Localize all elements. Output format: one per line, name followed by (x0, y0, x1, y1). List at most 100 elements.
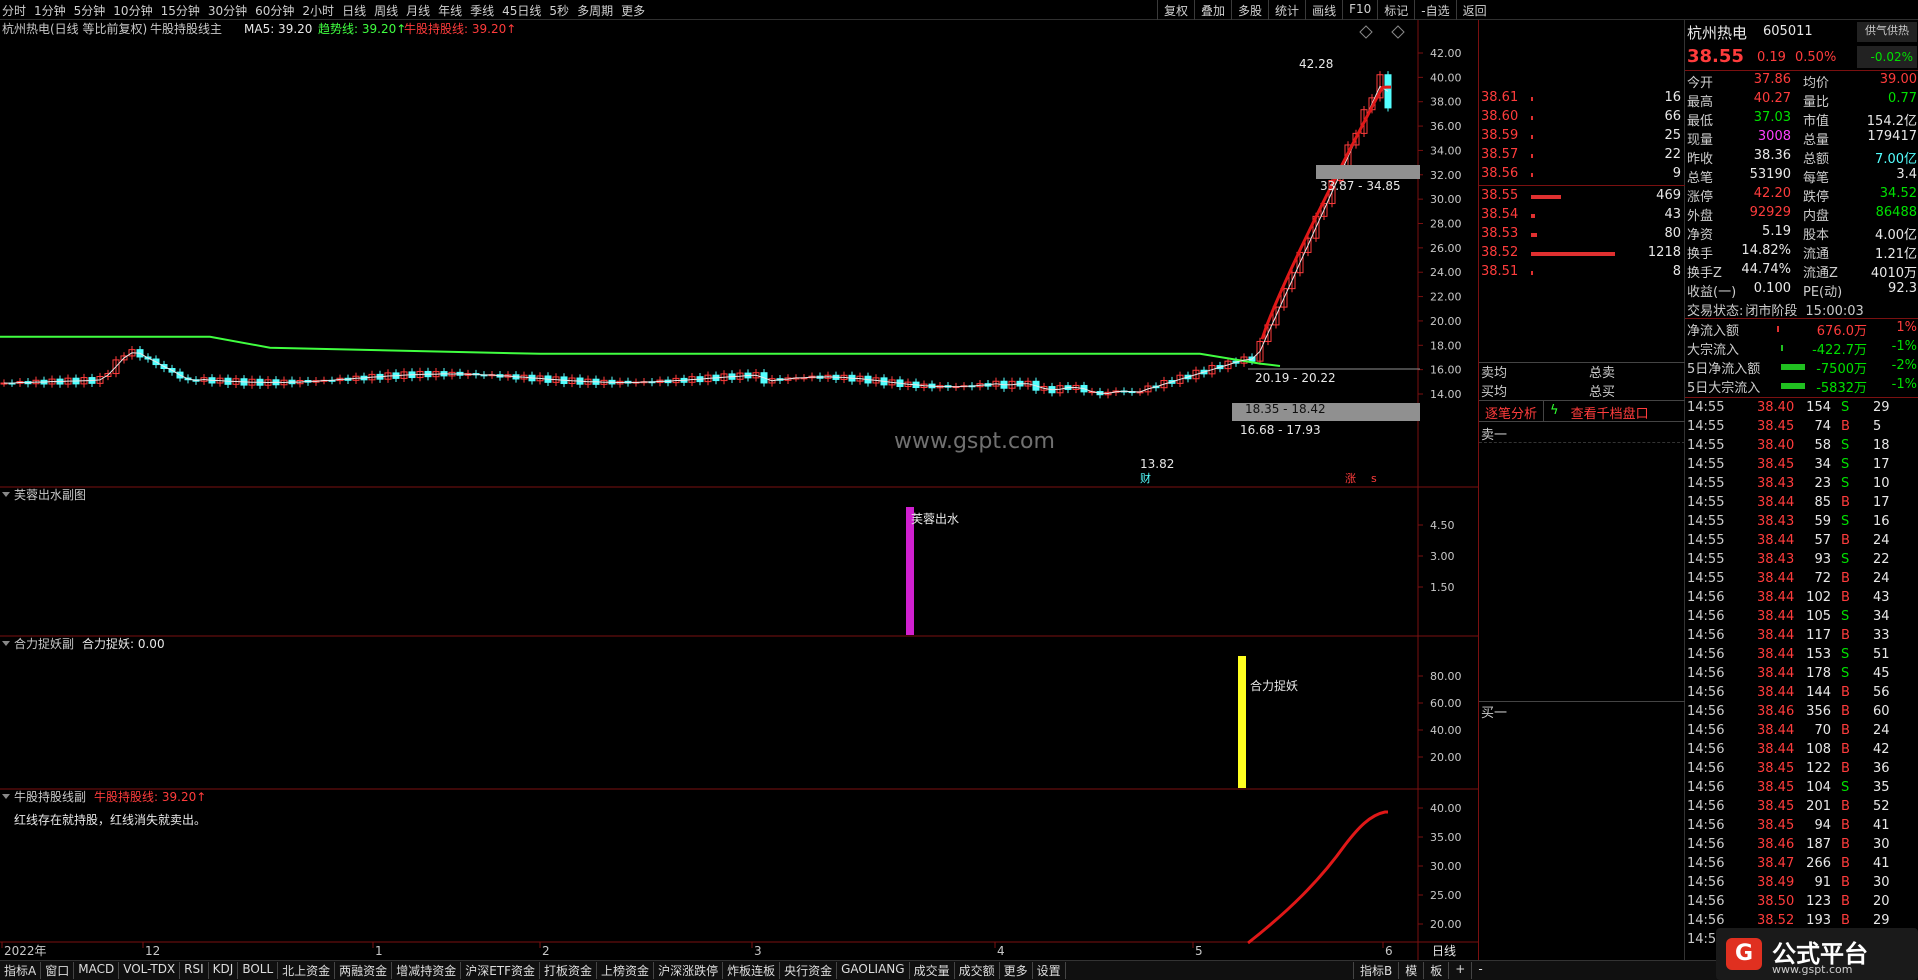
kline-chart[interactable]: 杭州热电(日线 等比前复权) 牛股持股线主 MA5: 39.20 趋势线: 39… (0, 20, 1478, 960)
period-tab[interactable]: 1分钟 (34, 2, 66, 19)
bottom-right-tab[interactable]: 指标B (1353, 962, 1398, 979)
book-row[interactable]: 38.59 25 (1479, 128, 1685, 147)
stat-key: 量比 (1803, 95, 1830, 110)
tick-time: 14:56 (1687, 818, 1725, 833)
indicator-tab[interactable]: KDJ (209, 962, 239, 979)
indicator-tab[interactable]: 增减持资金 (392, 962, 462, 979)
tick-count: 33 (1873, 628, 1890, 643)
tick-count: 41 (1873, 818, 1890, 833)
period-tab[interactable]: 45日线 (502, 2, 541, 19)
indicator-tab[interactable]: 设置 (1033, 962, 1066, 979)
period-tab[interactable]: 分时 (2, 2, 26, 19)
period-tab[interactable]: 15分钟 (161, 2, 200, 19)
tool-button[interactable]: 标记 (1377, 0, 1414, 20)
period-tab[interactable]: 月线 (406, 2, 430, 19)
book-price: 38.52 (1481, 245, 1519, 260)
tick-volume: 93 (1814, 552, 1831, 567)
period-tab[interactable]: 60分钟 (255, 2, 294, 19)
book-row[interactable]: 38.53 80 (1479, 226, 1685, 245)
indicator-tab[interactable]: 央行资金 (780, 962, 838, 979)
bottom-right-tab[interactable]: - (1471, 962, 1488, 979)
tick-side: S (1841, 647, 1850, 662)
depth-button[interactable]: 查看千档盘口 (1565, 401, 1655, 422)
period-tab[interactable]: 2小时 (302, 2, 334, 19)
tick-side: S (1841, 609, 1850, 624)
tick-count: 60 (1873, 704, 1890, 719)
period-tab[interactable]: 5分钟 (74, 2, 106, 19)
tool-button[interactable]: 画线 (1305, 0, 1342, 20)
tool-button[interactable]: 统计 (1268, 0, 1305, 20)
ma5-line (3, 85, 1389, 395)
bottom-right-tab[interactable]: 模 (1398, 962, 1423, 979)
period-tab[interactable]: 周线 (374, 2, 398, 19)
indicator-tab[interactable]: 打板资金 (540, 962, 598, 979)
panel4-value: 牛股持股线: 39.20↑ (94, 789, 206, 804)
indicator-tab[interactable]: 北上资金 (278, 962, 336, 979)
tool-button[interactable]: 复权 (1157, 0, 1194, 20)
indicator-tab[interactable]: BOLL (238, 962, 279, 979)
stat-value: 37.86 (1753, 72, 1791, 87)
stat-value: 4.00亿 (1875, 228, 1917, 243)
tool-button[interactable]: 叠加 (1194, 0, 1231, 20)
indicator-tab[interactable]: 两融资金 (335, 962, 393, 979)
tool-button[interactable]: F10 (1342, 0, 1377, 20)
book-row[interactable]: 38.51 8 (1479, 264, 1685, 283)
bottom-right-tab[interactable]: 板 (1423, 962, 1448, 979)
book-volume: 25 (1664, 128, 1681, 143)
tick-row: 14:56 38.45 94 B 41 (1685, 818, 1918, 837)
tick-analysis-button[interactable]: 逐笔分析 (1479, 401, 1545, 422)
indicator-tab[interactable]: 成交额 (955, 962, 1000, 979)
period-tab[interactable]: 年线 (438, 2, 462, 19)
indicator-tab[interactable]: 沪深ETF资金 (461, 962, 541, 979)
indicator-tab[interactable]: RSI (180, 962, 209, 979)
tool-button[interactable]: -自选 (1414, 0, 1455, 20)
y-tick-label: 36.00 (1430, 120, 1462, 133)
indicator-tab[interactable]: 成交量 (910, 962, 955, 979)
indicator-tab[interactable]: 指标A (0, 962, 42, 979)
tick-count: 24 (1873, 533, 1890, 548)
book-row[interactable]: 38.54 43 (1479, 207, 1685, 226)
period-tab[interactable]: 日线 (342, 2, 366, 19)
indicator-tab[interactable]: 更多 (1000, 962, 1033, 979)
flow-key: 5日净流入额 (1687, 362, 1761, 377)
main-y-ticks: 42.00 40.00 38.00 36.00 34.00 32.00 30.00 28.00… (1418, 47, 1462, 401)
period-tab[interactable]: 30分钟 (208, 2, 247, 19)
tick-volume: 153 (1806, 647, 1831, 662)
book-row[interactable]: 38.57 22 (1479, 147, 1685, 166)
flow-value: -422.7万 (1812, 343, 1867, 358)
book-row[interactable]: 38.55 469 (1479, 188, 1685, 207)
indicator-tab[interactable]: GAOLIANG (837, 962, 910, 979)
period-tab[interactable]: 5秒 (549, 2, 569, 19)
x-axis: 2022年 12 1 2 3 4 5 6 (1, 942, 1393, 958)
tick-volume: 104 (1806, 780, 1831, 795)
tick-price: 38.44 (1757, 666, 1795, 681)
tick-time: 14:56 (1687, 647, 1725, 662)
indicator-tab[interactable]: 窗口 (41, 962, 75, 979)
chart-area[interactable]: 杭州热电(日线 等比前复权) 牛股持股线主 MA5: 39.20 趋势线: 39… (0, 20, 1478, 960)
stat-key: 总量 (1803, 133, 1830, 148)
tool-button[interactable]: 多股 (1231, 0, 1268, 20)
indicator-tab[interactable]: 上榜资金 (597, 962, 655, 979)
period-label[interactable]: 日线 (1432, 944, 1456, 958)
indicator-tab[interactable]: MACD (74, 962, 120, 979)
stat-value: 53190 (1749, 167, 1791, 182)
price-change: 0.19 (1757, 50, 1786, 65)
tick-time: 14:55 (1687, 514, 1725, 529)
book-volume: 80 (1664, 226, 1681, 241)
book-row[interactable]: 38.60 66 (1479, 109, 1685, 128)
tool-button[interactable]: 返回 (1455, 0, 1493, 20)
period-tab[interactable]: 10分钟 (113, 2, 152, 19)
sector-badge[interactable]: 供气供热 (1857, 22, 1917, 42)
indicator-tab[interactable]: 炸板连板 (723, 962, 781, 979)
indicator-tab[interactable]: 沪深涨跌停 (654, 962, 724, 979)
period-tab[interactable]: 更多 (621, 2, 645, 19)
period-tab[interactable]: 多周期 (577, 2, 613, 19)
book-row[interactable]: 38.52 1218 (1479, 245, 1685, 264)
period-tab[interactable]: 季线 (470, 2, 494, 19)
book-row[interactable]: 38.56 9 (1479, 166, 1685, 185)
book-row[interactable]: 38.61 16 (1479, 90, 1685, 109)
indicator-tab[interactable]: VOL-TDX (119, 962, 181, 979)
bottom-right-tab[interactable]: + (1448, 962, 1471, 979)
tick-side: B (1841, 913, 1850, 928)
tick-side: S (1841, 476, 1850, 491)
